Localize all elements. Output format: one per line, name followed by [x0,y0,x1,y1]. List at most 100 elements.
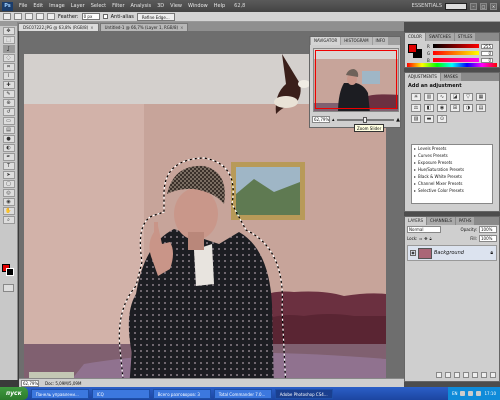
maximize-button[interactable]: □ [480,2,487,10]
language-indicator[interactable]: EN [452,387,458,400]
tab-info[interactable]: INFO [372,37,389,45]
gradient-tool-icon[interactable]: ▤ [2,126,15,134]
preset-item[interactable]: ▸ Channel Mixer Presets [412,180,492,187]
lasso-tool-icon[interactable]: ʆ [2,45,15,53]
menu-image[interactable]: Image [46,3,68,9]
tab-swatches[interactable]: SWATCHES [425,33,454,41]
history-brush-icon[interactable]: ↺ [2,108,15,116]
shape-tool-icon[interactable]: ▢ [2,180,15,188]
vibrance-icon[interactable]: ▽ [463,93,473,101]
hue-saturation-icon[interactable]: ▦ [476,93,486,101]
fill-input[interactable]: 100% [479,235,497,242]
layer-style-icon[interactable] [445,372,451,378]
delete-layer-icon[interactable] [490,372,496,378]
tab-navigator[interactable]: NAVIGATOR [311,37,341,45]
minimize-button[interactable]: – [470,2,477,10]
background-color-swatch[interactable] [6,268,14,276]
tab-styles[interactable]: STYLES [454,33,476,41]
zoom-out-icon[interactable]: ▴ [332,117,335,123]
blend-mode-select[interactable]: Normal [407,226,441,233]
move-tool-icon[interactable]: ✥ [2,27,15,35]
preset-item[interactable]: ▸ Levels Presets [412,145,492,152]
taskbar-item[interactable]: Панель управлени... [30,388,89,399]
feather-input[interactable]: 0 px [81,13,100,20]
selective-color-icon[interactable]: ⊙ [437,115,447,123]
menu-layer[interactable]: Layer [68,3,88,9]
green-value[interactable]: 0 [481,50,493,56]
black-white-icon[interactable]: ◧ [424,104,434,112]
zoom-in-icon[interactable]: ▲ [396,117,400,123]
intersect-selection-icon[interactable] [47,13,55,20]
add-selection-icon[interactable] [25,13,33,20]
link-layers-icon[interactable] [436,372,442,378]
healing-tool-icon[interactable]: ✚ [2,81,15,89]
taskbar-item[interactable]: Total Commander 7.0... [213,388,272,399]
quick-select-tool-icon[interactable]: ◌ [2,54,15,62]
preset-item[interactable]: ▸ Curves Presets [412,152,492,159]
navigator-zoom-input[interactable]: 62,79% [312,116,330,123]
zoom-slider[interactable] [336,116,395,123]
curves-icon[interactable]: ∿ [437,93,447,101]
lock-position-icon[interactable]: ✥ [424,236,427,241]
menu-file[interactable]: File [16,3,30,9]
marquee-tool-icon[interactable]: ⬚ [2,36,15,44]
taskbar-item[interactable]: Adobe Photoshop CS4... [274,388,333,399]
tray-icon[interactable] [468,391,474,396]
invert-icon[interactable]: ◑ [463,104,473,112]
new-group-icon[interactable] [472,372,478,378]
workspace-switcher[interactable]: ESSENTIALS [412,3,442,9]
antialias-checkbox[interactable] [102,14,108,19]
tab-histogram[interactable]: HISTOGRAM [341,37,372,45]
tab-layers[interactable]: LAYERS [405,217,427,225]
menu-3d[interactable]: 3D [154,3,167,9]
posterize-icon[interactable]: ▤ [476,104,486,112]
blur-tool-icon[interactable]: ● [2,135,15,143]
preset-item[interactable]: ▸ Hue/Saturation Presets [412,166,492,173]
eyedropper-tool-icon[interactable]: ⌇ [2,72,15,80]
tab-channels[interactable]: CHANNELS [427,217,455,225]
clone-tool-icon[interactable]: ⊕ [2,99,15,107]
tab-untitled-1[interactable]: Untitled-1 @ 66,7% (Layer 1, RGB/8) × [99,23,189,31]
menu-analysis[interactable]: Analysis [128,3,155,9]
color-spectrum-bar[interactable] [407,63,497,67]
brush-tool-icon[interactable]: ✎ [2,90,15,98]
levels-icon[interactable]: ▥ [424,93,434,101]
quick-mask-button[interactable] [3,284,14,292]
search-input[interactable] [445,2,467,10]
subtract-selection-icon[interactable] [36,13,44,20]
add-mask-icon[interactable] [454,372,460,378]
threshold-icon[interactable]: ▨ [411,115,421,123]
type-tool-icon[interactable]: T [2,162,15,170]
menu-edit[interactable]: Edit [30,3,46,9]
dodge-tool-icon[interactable]: ◐ [2,144,15,152]
crop-tool-icon[interactable]: ⌗ [2,63,15,71]
tab-dsc07222[interactable]: DSC07222.JPG @ 63,8% (RGB/8) × [18,23,99,31]
photo-filter-icon[interactable]: ◉ [437,104,447,112]
new-adjustment-icon[interactable] [463,372,469,378]
navigator-thumbnail[interactable] [313,48,399,112]
tab-adjustments[interactable]: ADJUSTMENTS [405,73,440,81]
green-slider[interactable] [433,51,479,55]
new-layer-icon[interactable] [481,372,487,378]
panel-grip[interactable] [0,22,17,26]
refine-edge-button[interactable]: Refine Edge... [136,12,175,21]
channel-mixer-icon[interactable]: ⊞ [450,104,460,112]
brightness-icon[interactable]: ☀ [411,93,421,101]
color-balance-icon[interactable]: ⚖ [411,104,421,112]
tab-masks[interactable]: MASKS [440,73,461,81]
path-select-icon[interactable]: ➤ [2,171,15,179]
visibility-eye-icon[interactable]: ◉ [410,250,416,256]
start-button[interactable]: пуск [0,387,28,400]
tray-icon[interactable] [476,391,482,396]
menu-select[interactable]: Select [88,3,109,9]
close-button[interactable]: × [490,2,497,10]
3d-camera-icon[interactable]: ◉ [2,198,15,206]
menu-help[interactable]: Help [211,3,228,9]
zoom-level[interactable]: 62,8 [234,3,245,9]
menu-view[interactable]: View [167,3,185,9]
blue-value[interactable]: 0 [481,57,493,63]
status-zoom-input[interactable]: 62,79% [21,379,39,387]
eraser-tool-icon[interactable]: ▭ [2,117,15,125]
taskbar-item[interactable]: ICQ [91,388,150,399]
exposure-icon[interactable]: ◪ [450,93,460,101]
